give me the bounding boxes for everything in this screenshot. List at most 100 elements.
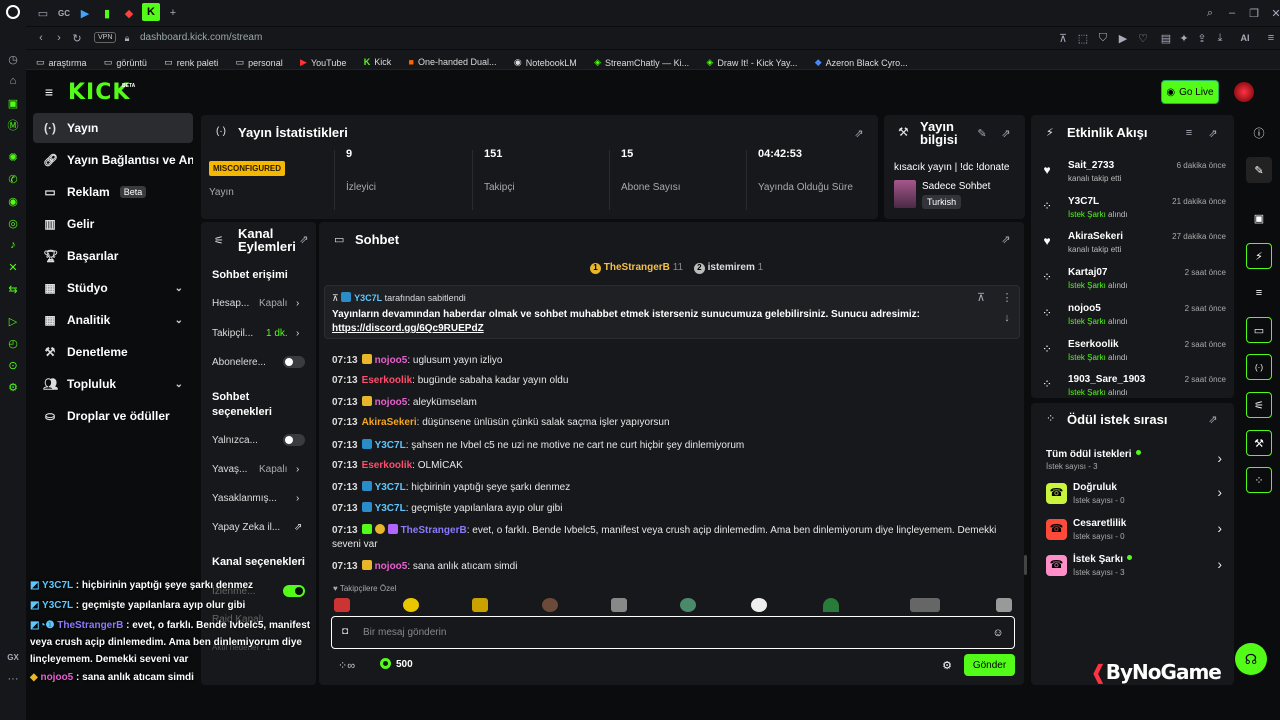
tab-red-icon[interactable]: ◆ xyxy=(122,6,136,20)
all-rewards-row[interactable]: Tüm ödül istekleri İstek sayısı - 3 › xyxy=(1046,446,1222,474)
gifter-name[interactable]: TheStrangerB xyxy=(604,262,670,273)
popout-icon[interactable]: ⇗ xyxy=(297,232,311,246)
more-options-icon[interactable]: ⋮ xyxy=(1001,291,1013,304)
ai-moderation-row[interactable]: Yapay Zeka il... ⇗ xyxy=(212,522,308,533)
event-item[interactable]: ⁘ Eserkoolik İstek Şarkı alındı 2 saat önce xyxy=(1038,339,1228,373)
sidebar-item-community[interactable]: 👥︎ Topluluk ⌄ xyxy=(33,369,193,399)
edit-icon[interactable]: ✎ xyxy=(1246,157,1272,183)
wallet-icon[interactable]: ▣ xyxy=(6,96,20,110)
sidebar-item-revenue[interactable]: ▥ Gelir xyxy=(33,209,193,239)
emote[interactable] xyxy=(996,598,1012,612)
back-icon[interactable]: ‹ xyxy=(34,31,48,45)
category-name[interactable]: Sadece Sohbet xyxy=(922,181,990,192)
pin-icon[interactable]: ⊼ xyxy=(1056,31,1070,45)
close-icon[interactable]: ✕ xyxy=(1269,6,1280,20)
clock-icon[interactable]: ◴ xyxy=(6,336,20,350)
chat-username[interactable]: Y3C7L xyxy=(375,440,406,451)
history-icon[interactable]: ◷ xyxy=(6,52,20,66)
chat-scrollbar[interactable] xyxy=(1024,555,1027,575)
vpn-badge[interactable]: VPN xyxy=(94,32,117,43)
bookmark-item[interactable]: ◈ Draw It! - Kick Yay... xyxy=(706,57,797,68)
emote-only-toggle[interactable] xyxy=(283,434,305,446)
url-field[interactable]: dashboard.kick.com/stream xyxy=(140,32,262,43)
gifter-name[interactable]: istemirem xyxy=(708,262,755,273)
puzzle-icon[interactable]: ✦ xyxy=(1177,31,1191,45)
chat-icon[interactable]: ▭ xyxy=(1246,317,1272,343)
sidebar-item-drops[interactable]: ⛀ Droplar ve ödüller xyxy=(33,401,193,431)
reward-item[interactable]: ☎ Cesaretlilik İstek sayısı - 0 › xyxy=(1046,517,1222,547)
go-live-button[interactable]: ◉ Go Live xyxy=(1161,80,1219,104)
unpin-icon[interactable]: ⊼ xyxy=(975,291,987,304)
chat-username[interactable]: Y3C7L xyxy=(375,503,406,514)
tab-play-icon[interactable]: ▶ xyxy=(78,6,92,20)
emote[interactable] xyxy=(334,598,350,612)
sidebar-item-ads[interactable]: ▭ Reklam Beta xyxy=(33,177,193,207)
event-item[interactable]: ⁘ 1903_Sare_1903 İstek Şarkı alındı 2 saat … xyxy=(1038,374,1228,396)
heart-icon[interactable]: ♡ xyxy=(1136,31,1150,45)
restore-icon[interactable]: ❐ xyxy=(1247,6,1261,20)
bookmark-item[interactable]: ▭ personal xyxy=(236,57,283,68)
send-button[interactable]: Gönder xyxy=(964,654,1015,676)
bookmark-icon[interactable]: ⌂ xyxy=(6,74,20,88)
banned-words-row[interactable]: Yasaklanmış... › xyxy=(212,493,308,504)
sliders-icon[interactable]: ⚟ xyxy=(1246,392,1272,418)
snapshot-icon[interactable]: ⬚ xyxy=(1076,31,1090,45)
event-item[interactable]: ♥ AkiraSekeri kanalı takip etti 27 dakika ö… xyxy=(1038,231,1228,265)
search-icon[interactable]: ⌕ xyxy=(1203,6,1217,20)
event-item[interactable]: ♥ Sait_2733 kanalı takip etti 6 dakika önce xyxy=(1038,160,1228,194)
bookmark-item[interactable]: ▭ araştırma xyxy=(36,57,87,68)
gx-icon[interactable]: GX xyxy=(4,650,22,664)
forward-icon[interactable]: › xyxy=(52,31,66,45)
chatgpt-icon[interactable]: ✺ xyxy=(6,150,20,164)
wrench-icon[interactable]: ⚒ xyxy=(1246,430,1272,456)
emoji-icon[interactable]: ☺ xyxy=(991,626,1005,640)
emote[interactable] xyxy=(680,598,696,612)
chat-username[interactable]: TheStrangerB xyxy=(401,525,467,536)
reward-icon[interactable]: ⁘ xyxy=(1246,467,1272,493)
share-icon[interactable]: ⇪ xyxy=(1195,31,1209,45)
sidebar-item-moderation[interactable]: ⚒ Denetleme xyxy=(33,337,193,367)
subscribers-only-toggle[interactable] xyxy=(283,356,305,368)
chat-username[interactable]: nojoo5 xyxy=(375,355,408,366)
reload-icon[interactable]: ↻ xyxy=(70,31,84,45)
opera-logo-icon[interactable] xyxy=(6,5,20,19)
discord-icon[interactable]: ◉ xyxy=(6,194,20,208)
emote[interactable] xyxy=(823,598,839,612)
chat-username[interactable]: nojoo5 xyxy=(375,397,408,408)
sidebar-item-stream-key[interactable]: 🔗︎Yayın Bağlantısı ve Anahtar xyxy=(33,145,193,175)
chat-username[interactable]: Y3C7L xyxy=(375,482,406,493)
minimize-icon[interactable]: – xyxy=(1225,6,1239,20)
sidebar-item-yayin[interactable]: (·) Yayın xyxy=(33,113,193,143)
x-icon[interactable]: ✕ xyxy=(6,260,20,274)
slow-mode-row[interactable]: Yavaş... Kapalı › xyxy=(212,464,308,475)
popout-icon[interactable]: ⇗ xyxy=(999,232,1013,246)
bookmark-item[interactable]: ◉ NotebookLM xyxy=(514,57,577,68)
chat-username[interactable]: AkiraSekeri xyxy=(362,417,417,428)
filter-icon[interactable]: ≡ xyxy=(1182,126,1196,140)
downloads-icon[interactable]: ⊙ xyxy=(6,358,20,372)
event-item[interactable]: ⁘ Y3C7L İstek Şarkı alındı 21 dakika önce xyxy=(1038,196,1228,230)
bookmark-item[interactable]: ◈ StreamChatly — Ki... xyxy=(594,57,689,68)
event-item[interactable]: ⁘ nojoo5 İstek Şarkı alındı 2 saat önce xyxy=(1038,303,1228,337)
sidebar-item-studio[interactable]: ▦ Stüdyo ⌄ xyxy=(33,273,193,303)
screen-icon[interactable]: ▣ xyxy=(1246,205,1272,231)
bookmark-item[interactable]: K Kick xyxy=(364,57,392,67)
stream-icon[interactable]: (·) xyxy=(1246,354,1272,380)
reader-icon[interactable]: ▤ xyxy=(1159,31,1173,45)
bookmark-item[interactable]: ■ One-handed Dual... xyxy=(409,57,497,67)
reward-item[interactable]: ☎ İstek Şarkı İstek sayısı - 3 › xyxy=(1046,553,1222,583)
bookmark-item[interactable]: ▭ renk paleti xyxy=(164,57,218,68)
extension-icon[interactable]: ▶ xyxy=(1116,31,1130,45)
pinned-link[interactable]: https://discord.gg/6Qc9RUEPdZ xyxy=(332,323,484,334)
expand-icon[interactable]: ↓ xyxy=(1001,312,1013,324)
info-icon[interactable]: ⓘ xyxy=(1246,120,1272,146)
viewer-count-toggle[interactable] xyxy=(283,585,305,597)
translate-icon[interactable]: ⇆ xyxy=(6,282,20,296)
event-item[interactable]: ⁘ Kartaj07 İstek Şarkı alındı 2 saat önce xyxy=(1038,267,1228,301)
bookmark-item[interactable]: ◆ Azeron Black Cyro... xyxy=(815,57,908,68)
account-age-row[interactable]: Hesap... Kapalı › xyxy=(212,298,308,309)
sidebar-item-analytics[interactable]: ▦ Analitik ⌄ xyxy=(33,305,193,335)
ai-button[interactable]: AI xyxy=(1231,31,1259,45)
reward-item[interactable]: ☎ Doğruluk İstek sayısı - 0 › xyxy=(1046,481,1222,511)
chat-username[interactable]: nojoo5 xyxy=(375,561,408,572)
